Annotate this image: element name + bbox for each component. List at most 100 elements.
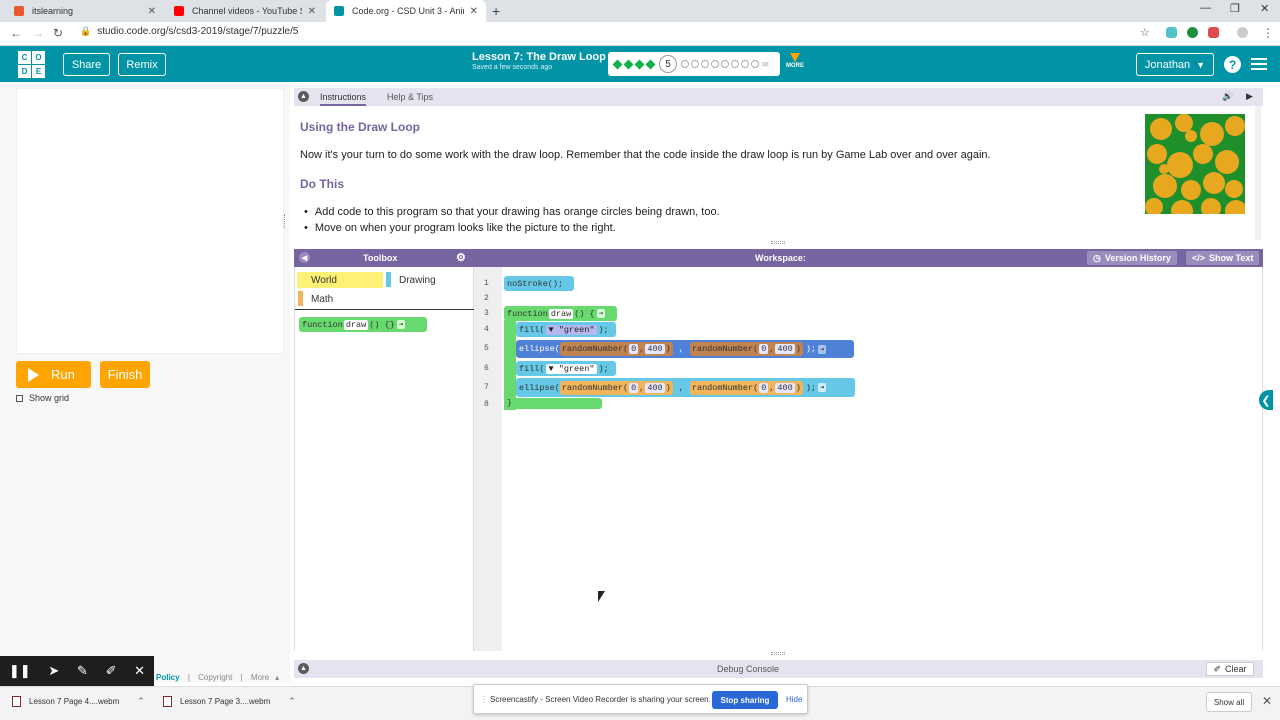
fill-block[interactable]: fill( ▼ "green" ); [516,361,616,376]
category-math[interactable]: Math [297,291,383,307]
level-completed-dot[interactable] [634,59,645,69]
number-param[interactable]: 0 [629,344,639,354]
block-toggle-icon[interactable]: ⇥ [596,309,605,318]
code-workspace[interactable] [502,267,1263,651]
block-toggle-icon[interactable]: ⇥ [396,320,405,329]
new-tab-icon[interactable]: + [492,3,500,19]
extension-icon[interactable] [1166,27,1177,38]
show-grid-toggle[interactable]: Show grid [16,393,69,403]
url-field[interactable]: 🔒 studio.code.org/s/csd3-2019/stage/7/puz… [80,26,298,37]
block-toggle-icon[interactable]: ⇥ [818,344,827,354]
highlighter-icon[interactable]: ✐ [106,663,117,679]
play-audio-icon[interactable]: ▶ [1246,91,1253,102]
level-dot[interactable] [721,60,729,68]
expand-debug-icon[interactable]: ▲ [298,663,309,674]
challenge-icon[interactable]: ✉ [762,60,769,69]
back-icon[interactable]: ← [10,26,22,40]
finish-button[interactable]: Finish [100,361,150,388]
screencastify-icon[interactable] [1208,27,1219,38]
function-draw-block[interactable]: function draw () {} ⇥ [299,317,427,332]
help-icon[interactable]: ? [1224,56,1241,73]
close-downloads-icon[interactable]: ✕ [1262,694,1272,708]
level-dot[interactable] [701,60,709,68]
hamburger-menu-icon[interactable] [1251,58,1267,73]
close-tab-icon[interactable]: ✕ [308,6,316,17]
version-history-button[interactable]: ◷ Version History [1087,251,1177,265]
level-dot[interactable] [751,60,759,68]
browser-tab-itslearning[interactable]: itslearning ✕ [6,0,164,22]
pause-icon[interactable]: ❚❚ [9,663,31,679]
function-draw-block[interactable]: function draw () { ⇥ [504,306,617,321]
nostroke-block[interactable]: noStroke(); [504,276,574,291]
level-dot[interactable] [741,60,749,68]
level-dot[interactable] [711,60,719,68]
forward-icon[interactable]: → [32,26,44,40]
extension-icon[interactable] [1187,27,1198,38]
restore-icon[interactable]: ❐ [1230,2,1240,15]
level-dot[interactable] [691,60,699,68]
stop-sharing-button[interactable]: Stop sharing [712,691,778,709]
number-param[interactable]: 400 [645,344,665,354]
browser-tab-codeorg[interactable]: Code.org - CSD Unit 3 - Animati ✕ [326,0,486,22]
chevron-up-icon[interactable]: ⌃ [137,696,145,707]
more-footer-link[interactable]: More [251,673,269,682]
show-grid-checkbox[interactable] [16,394,23,402]
pen-icon[interactable]: ✎ [77,663,88,679]
minimize-icon[interactable]: — [1200,2,1211,14]
color-string-param[interactable]: ▼ "green" [545,324,598,335]
pointer-icon[interactable]: ➤ [48,663,59,679]
browser-tab-youtube[interactable]: Channel videos - YouTube Studio ✕ [166,0,324,22]
bookmark-star-icon[interactable]: ☆ [1140,26,1150,39]
show-text-button[interactable]: </> Show Text [1186,251,1260,265]
color-string-param[interactable]: ▼ "green" [545,363,598,374]
privacy-policy-link[interactable]: Policy [156,673,180,682]
collapse-instructions-icon[interactable]: ▲ [298,91,309,102]
instructions-scrollbar[interactable] [1255,106,1261,240]
chrome-menu-icon[interactable]: ⋮ [1262,26,1274,40]
number-param[interactable]: 400 [775,382,795,393]
number-param[interactable]: 0 [629,382,639,393]
game-visualization-canvas[interactable] [16,88,284,354]
copyright-link[interactable]: Copyright [198,673,232,682]
reload-icon[interactable]: ↻ [53,26,63,40]
share-button[interactable]: Share [63,53,110,76]
resize-handle[interactable] [771,241,785,244]
ellipse-block[interactable]: ellipse( randomNumber( 0, 400) , randomN… [516,340,854,358]
close-window-icon[interactable]: ✕ [1260,2,1269,15]
gear-icon[interactable]: ⚙ [456,251,466,264]
level-completed-dot[interactable] [645,59,656,69]
resize-handle[interactable] [771,652,785,655]
fill-block[interactable]: fill( ▼ "green" ); [516,322,616,337]
speaker-icon[interactable]: 🔊 [1222,91,1233,102]
show-all-downloads-button[interactable]: Show all [1206,692,1252,712]
number-param[interactable]: 0 [759,344,769,354]
level-dot[interactable] [681,60,689,68]
tab-help-tips[interactable]: Help & Tips [387,92,433,102]
current-level-bubble[interactable]: 5 [659,55,677,73]
randomnumber-block[interactable]: randomNumber( 0, 400) [559,342,673,356]
more-levels-button[interactable]: MORE [784,53,806,69]
code-logo[interactable]: C O D E [18,51,45,78]
level-completed-dot[interactable] [612,59,623,69]
download-item[interactable]: Lesson 7 Page 4....webm ⌃ [12,696,145,707]
level-dot[interactable] [731,60,739,68]
resize-handle[interactable] [284,214,288,228]
number-param[interactable]: 400 [775,344,795,354]
download-item[interactable]: Lesson 7 Page 3....webm ⌃ [163,696,296,707]
category-world[interactable]: World [297,272,383,288]
expand-panel-icon[interactable]: ❮ [1259,390,1273,410]
close-tab-icon[interactable]: ✕ [148,6,156,17]
tab-instructions[interactable]: Instructions [320,92,367,106]
remix-button[interactable]: Remix [118,53,166,76]
ellipse-block[interactable]: ellipse( randomNumber( 0, 400) , randomN… [516,378,855,397]
close-icon[interactable]: ✕ [134,663,145,679]
clear-button[interactable]: ✐ Clear [1206,662,1254,676]
category-drawing[interactable]: Drawing [385,272,471,288]
block-toggle-icon[interactable]: ⇥ [818,383,827,392]
close-tab-icon[interactable]: ✕ [470,6,478,17]
example-output-image[interactable] [1145,114,1245,214]
chevron-up-icon[interactable]: ⌃ [288,696,296,707]
collapse-toolbox-icon[interactable]: ◀ [299,252,310,263]
number-param[interactable]: 0 [759,382,769,393]
run-button[interactable]: Run [16,361,91,388]
